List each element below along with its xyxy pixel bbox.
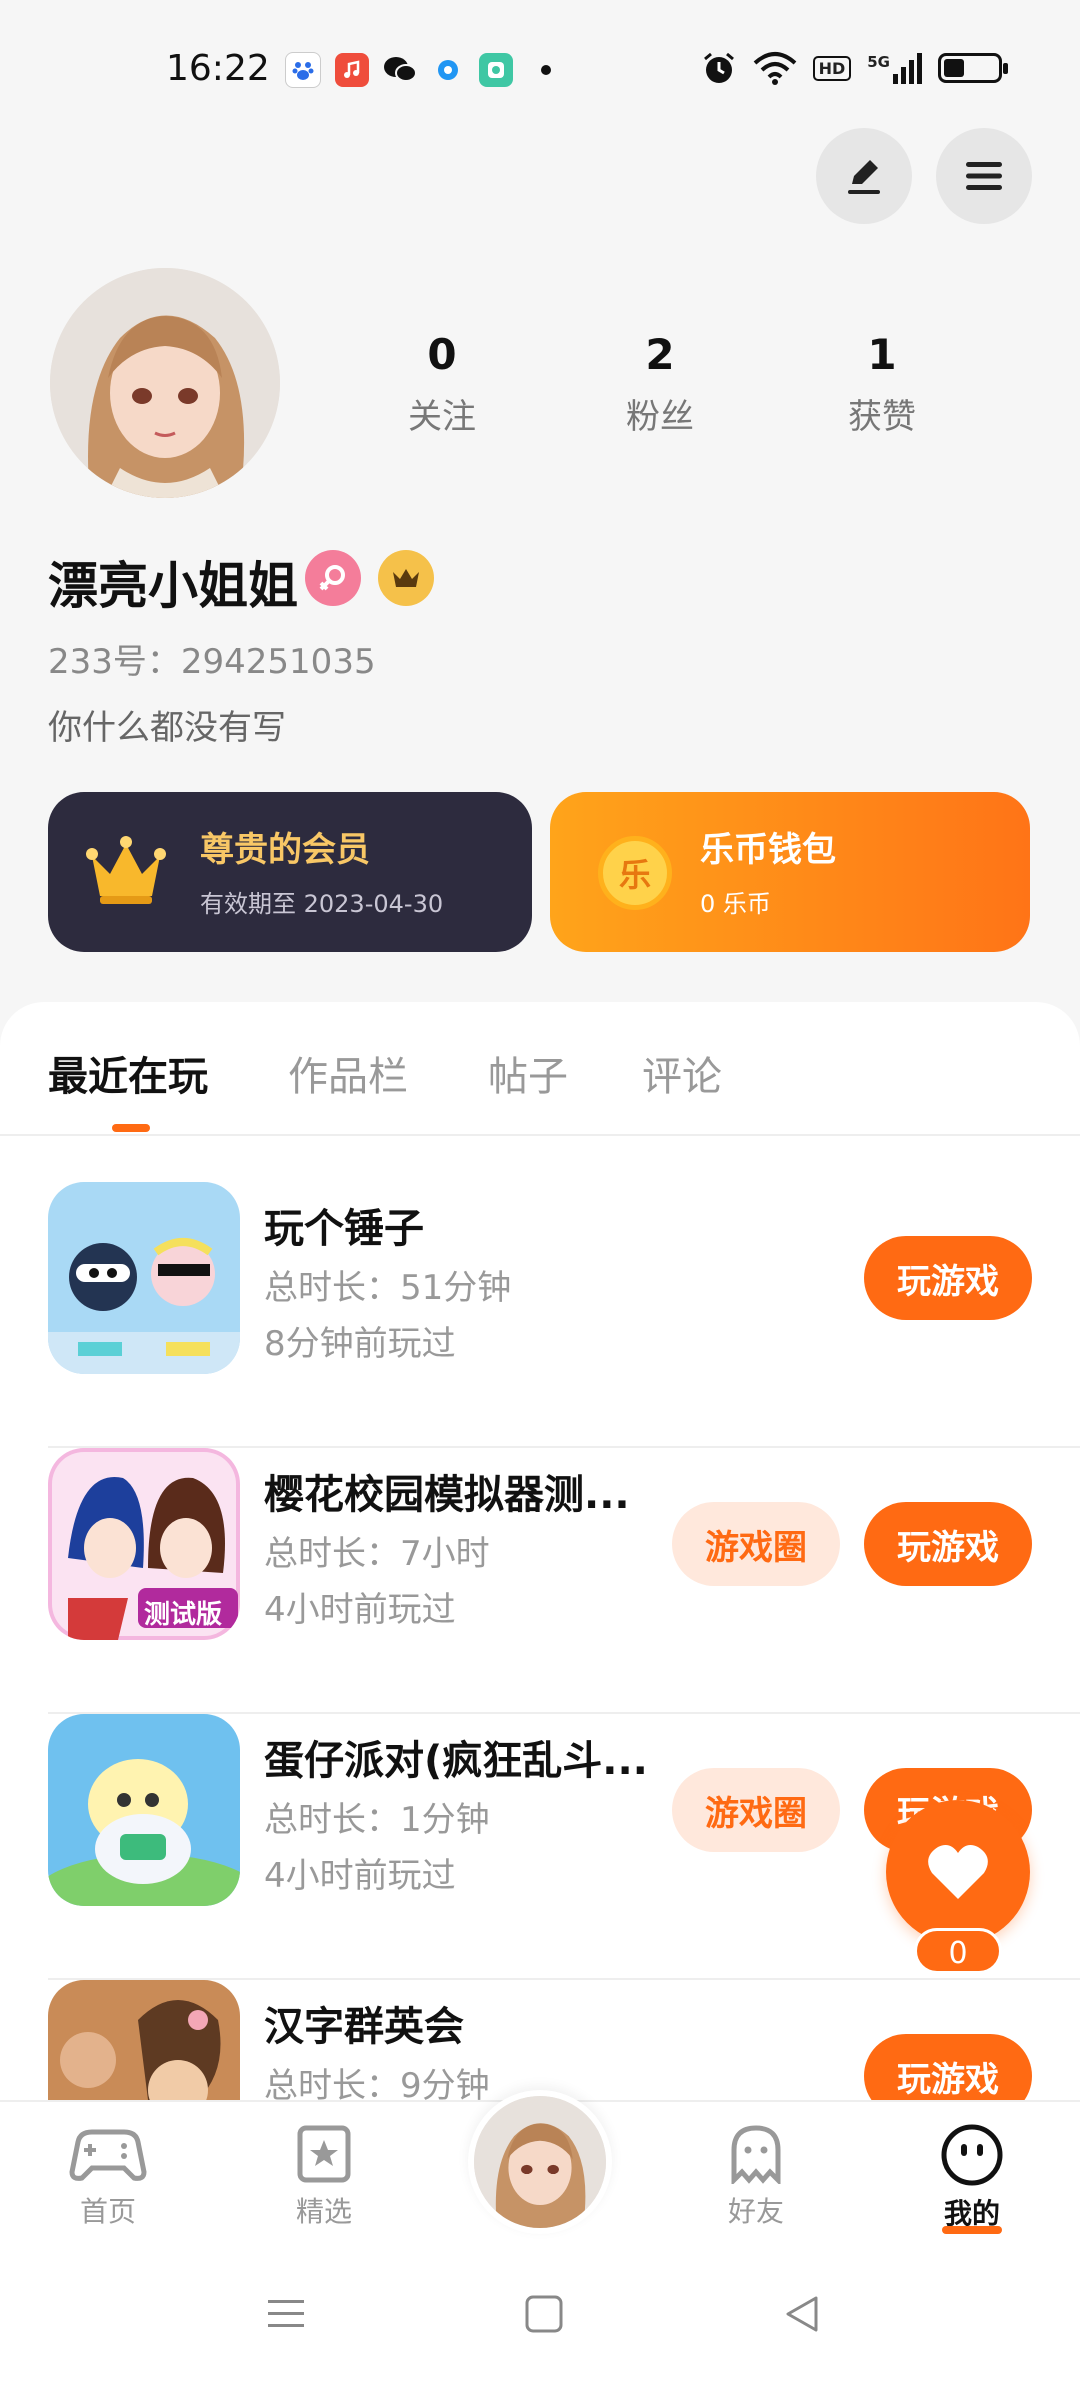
beta-label: 测试版 [144,1600,223,1630]
membership-card[interactable]: 尊贵的会员 有效期至 2023-04-30 [48,792,532,952]
game-name: 玩个锤子 [264,1206,424,1252]
user-id: 233号：294251035 [48,642,376,682]
bio: 你什么都没有写 [48,708,286,748]
nav-friends[interactable]: 好友 [686,2124,826,2230]
baidu-icon [285,52,321,88]
anime-girl-avatar-image [50,268,280,498]
menu-icon [966,162,1002,190]
play-game-button[interactable]: 玩游戏 [864,2034,1032,2102]
play-game-button[interactable]: 玩游戏 [864,1502,1032,1586]
nav-mine[interactable]: 我的 [902,2124,1042,2232]
edit-icon [848,160,880,194]
game-icon[interactable] [48,1980,240,2102]
network-label: 5G [867,52,890,71]
nav-home-label: 首页 [79,2195,136,2228]
game-duration: 总时长：51分钟 [264,1268,512,1308]
game-circle-button[interactable]: 游戏圈 [672,1768,840,1852]
game-duration: 总时长：1分钟 [264,1800,490,1840]
vip-crown-icon[interactable] [378,550,434,606]
wechat-icon [383,53,417,87]
game-name: 樱花校园模拟器测... [264,1472,630,1518]
music-icon [335,53,369,87]
like-count-badge: 0 [914,1928,1002,1974]
status-time: 16:22 [166,48,270,89]
nav-featured-label: 精选 [295,2195,352,2228]
5g-signal-icon: 5G [867,52,922,84]
nav-active-underline [942,2226,1002,2234]
game-last-played: 8分钟前玩过 [264,1324,456,1364]
home-icon[interactable] [524,2294,564,2334]
camera-app-icon [479,53,513,87]
member-title: 尊贵的会员 [200,830,370,870]
edit-profile-button[interactable] [816,128,912,224]
wallet-title: 乐币钱包 [700,830,836,870]
hd-icon: HD [812,55,852,81]
following-count: 0 [427,330,457,379]
nav-friends-label: 好友 [727,2195,784,2228]
game-circle-button[interactable]: 游戏圈 [672,1502,840,1586]
recent-apps-icon[interactable] [266,2294,306,2334]
likes-count: 1 [867,330,897,379]
tab-posts[interactable]: 帖子 [488,1044,568,1102]
followers-count: 2 [645,330,675,379]
followers-stat[interactable]: 2 粉丝 [590,330,730,438]
game-duration: 总时长：7小时 [264,1534,490,1574]
nickname: 漂亮小姐姐 [48,557,298,615]
wallet-balance: 0 乐币 [700,890,771,918]
game-duration: 总时长：9分钟 [264,2066,490,2102]
game-row[interactable]: 测试版 樱花校园模拟器测... 总时长：7小时 4小时前玩过 游戏圈 玩游戏 [0,1448,1080,1714]
coin-label: 乐 [618,856,651,894]
dot-app-icon [431,53,465,87]
game-name: 蛋仔派对(疯狂乱斗... [264,1738,648,1784]
member-expiry: 有效期至 2023-04-30 [200,890,444,918]
smile-face-icon [941,2124,1003,2186]
likes-stat[interactable]: 1 获赞 [812,330,952,438]
system-icons: HD 5G [701,50,1008,86]
game-last-played: 4小时前玩过 [264,1856,456,1896]
battery-icon [938,53,1008,83]
ghost-icon [731,2125,781,2187]
game-row[interactable]: 玩个锤子 总时长：51分钟 8分钟前玩过 玩游戏 [0,1182,1080,1448]
like-float-button[interactable] [886,1800,1030,1944]
game-icon[interactable]: 测试版 [48,1448,240,1640]
notification-icons [285,52,551,88]
profile-avatar[interactable] [50,268,280,498]
tab-indicator [112,1124,150,1132]
wifi-icon [753,52,796,85]
wallet-card[interactable]: 乐 乐币钱包 0 乐币 [550,792,1030,952]
back-icon[interactable] [782,2294,822,2334]
gamepad-icon [69,2129,147,2181]
following-label: 关注 [408,397,476,437]
nav-home[interactable]: 首页 [38,2124,178,2230]
tab-recent[interactable]: 最近在玩 [48,1044,208,1102]
following-stat[interactable]: 0 关注 [372,330,512,438]
followers-label: 粉丝 [626,397,694,437]
game-icon[interactable] [48,1182,240,1374]
female-gender-icon [305,550,361,606]
tab-comments[interactable]: 评论 [642,1044,722,1102]
coin-icon: 乐 [598,836,672,910]
tab-works[interactable]: 作品栏 [288,1044,408,1102]
more-notifications-dot [541,65,551,75]
play-game-button[interactable]: 玩游戏 [864,1236,1032,1320]
bottom-nav: 首页 精选 好友 我的 [0,2090,1080,2248]
nav-featured[interactable]: 精选 [254,2124,394,2230]
nav-center-avatar[interactable] [468,2090,612,2234]
gold-crown-icon [86,836,166,904]
game-row[interactable]: 汉字群英会 总时长：9分钟 玩游戏 [0,1980,1080,2102]
alarm-icon [703,52,734,83]
system-nav-bar [0,2246,1080,2400]
game-name: 汉字群英会 [264,2004,464,2050]
likes-label: 获赞 [848,397,916,437]
profile-tabs: 最近在玩 作品栏 帖子 评论 [0,1002,1080,1136]
game-icon[interactable] [48,1714,240,1906]
heart-icon [928,1845,988,1899]
menu-button[interactable] [936,128,1032,224]
star-bookmark-icon [297,2125,351,2183]
status-bar: 16:22 HD 5G [0,0,1080,140]
game-last-played: 4小时前玩过 [264,1590,456,1630]
avatar-center-icon [474,2096,606,2228]
